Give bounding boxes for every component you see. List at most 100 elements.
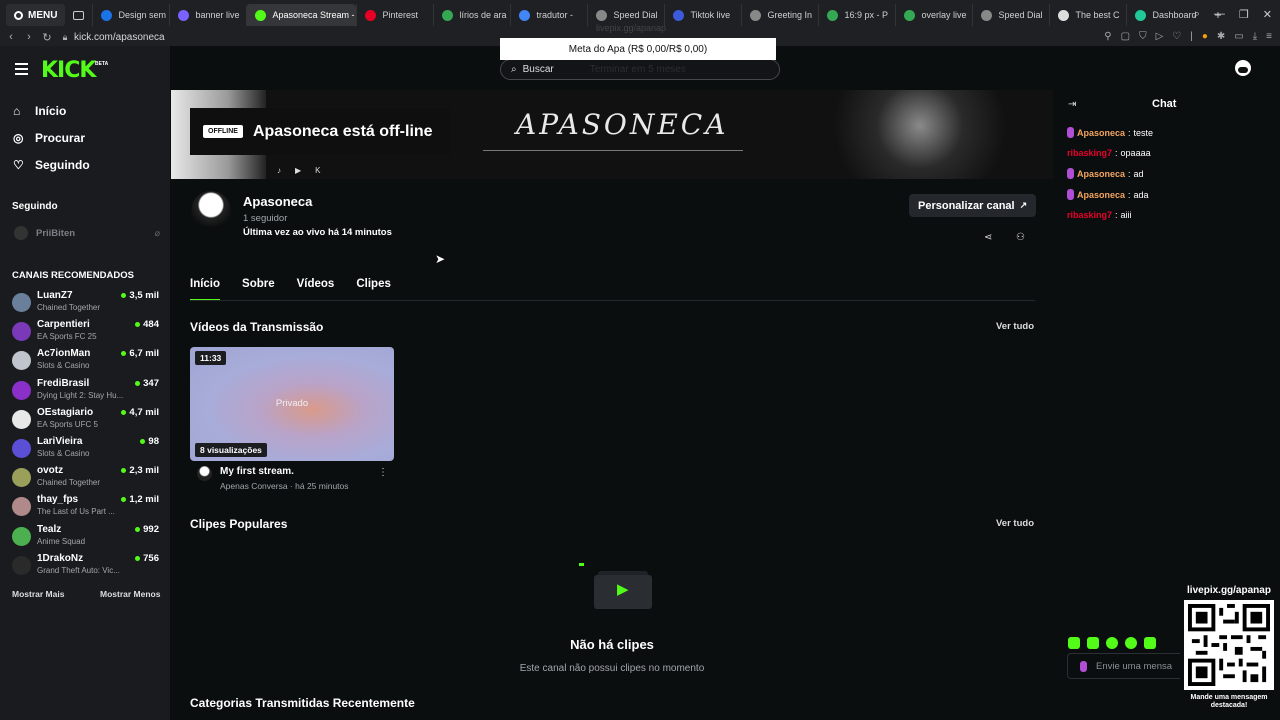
avatar: [12, 497, 31, 517]
url-field[interactable]: kick.com/apasoneca: [74, 32, 165, 43]
video-title[interactable]: My first stream.: [220, 466, 294, 477]
search-bar[interactable]: ⌕ Buscar Terminar em 5 meses: [500, 59, 780, 80]
back-icon[interactable]: ‹: [2, 31, 20, 43]
browser-menu-label: MENU: [28, 9, 58, 21]
browser-tab[interactable]: 16:9 px - P: [818, 4, 895, 26]
workspaces-icon[interactable]: [73, 10, 85, 20]
recommended-channel[interactable]: LuanZ7 Chained Together 3,5 mil: [12, 290, 162, 317]
browser-tab[interactable]: tradutor -: [510, 4, 587, 26]
banner-art-lilies: [831, 90, 1053, 179]
recommended-title: CANAIS RECOMENDADOS: [12, 270, 134, 281]
extension-orange-icon[interactable]: ●: [1202, 31, 1208, 42]
nav-item-0[interactable]: ⌂ Início: [13, 104, 66, 118]
forward-icon[interactable]: ›: [20, 31, 38, 43]
tab-2[interactable]: Vídeos: [297, 278, 335, 301]
video-views: 8 visualizações: [195, 443, 267, 457]
show-more-button[interactable]: Mostrar Mais: [12, 589, 64, 599]
collapse-chat-icon[interactable]: ⇥: [1068, 99, 1076, 110]
recommended-channel[interactable]: 1DrakoNz Grand Theft Auto: Vic... 756: [12, 553, 162, 580]
favicon-icon: [673, 9, 685, 21]
hamburger-menu-icon[interactable]: [15, 63, 28, 78]
kick-logo[interactable]: KICK: [41, 58, 96, 83]
recommended-channel[interactable]: thay_fps The Last of Us Part ... 1,2 mil: [12, 494, 162, 521]
browser-tab[interactable]: Greeting In: [741, 4, 818, 26]
browser-tab[interactable]: Pinterest: [356, 4, 433, 26]
reload-icon[interactable]: ↻: [38, 31, 56, 44]
browser-menu-button[interactable]: MENU: [6, 4, 66, 26]
add-user-icon[interactable]: ⚇: [1016, 232, 1025, 243]
channel-avatar[interactable]: [191, 191, 231, 231]
videos-see-all[interactable]: Ver tudo: [996, 321, 1034, 332]
video-more-icon[interactable]: ⋮: [378, 467, 388, 478]
avatar: [12, 468, 31, 488]
tab-1[interactable]: Sobre: [242, 278, 275, 301]
nav-item-2[interactable]: ♡ Seguindo: [13, 158, 90, 172]
following-item[interactable]: PriiBiten ⌀: [14, 226, 160, 240]
share-icon[interactable]: ⋖: [984, 232, 992, 243]
snapshot-icon[interactable]: ▢: [1121, 31, 1130, 42]
viewer-count-text: 6,7 mil: [129, 348, 159, 360]
close-window-icon[interactable]: ✕: [1263, 8, 1272, 21]
wallet-icon[interactable]: ▭: [1234, 31, 1243, 42]
customize-channel-button[interactable]: Personalizar canal ↗: [909, 194, 1037, 217]
clips-see-all[interactable]: Ver tudo: [996, 518, 1034, 529]
browser-tab-label: lírios de ara: [459, 10, 507, 20]
browser-tab[interactable]: Tiktok live: [664, 4, 741, 26]
favicon-icon: [981, 9, 993, 21]
video-avatar[interactable]: [197, 466, 212, 481]
show-less-button[interactable]: Mostrar Menos: [100, 589, 160, 599]
search-tabs-icon[interactable]: ⌕: [1194, 8, 1200, 21]
recommended-channel[interactable]: ovotz Chained Together 2,3 mil: [12, 465, 162, 492]
tab-3[interactable]: Clipes: [356, 278, 391, 301]
recommended-channel[interactable]: Tealz Anime Squad 992: [12, 524, 162, 551]
browser-tab[interactable]: Speed Dial: [972, 4, 1049, 26]
restore-icon[interactable]: ❐: [1239, 8, 1249, 21]
easy-setup-icon[interactable]: ≡: [1266, 31, 1272, 42]
chat-username[interactable]: ribasking7: [1067, 210, 1112, 220]
video-thumbnail[interactable]: 11:33 Privado 8 visualizações: [190, 347, 394, 461]
recommended-channel[interactable]: Ac7ionMan Slots & Casino 6,7 mil: [12, 348, 162, 375]
recommended-channel[interactable]: LariVieira Slots & Casino 98: [12, 436, 162, 463]
channel-name: Carpentieri: [37, 319, 90, 331]
emote-icon[interactable]: [1087, 637, 1099, 649]
extensions-icon[interactable]: ✱: [1217, 31, 1225, 42]
chat-username[interactable]: Apasoneca: [1077, 128, 1125, 138]
offline-box: OFFLINE Apasoneca está off-line: [190, 108, 450, 155]
browser-tab[interactable]: banner live: [169, 4, 246, 26]
emote-icon[interactable]: [1144, 637, 1156, 649]
chat-username[interactable]: ribasking7: [1067, 148, 1112, 158]
shield-icon[interactable]: ⛉: [1139, 31, 1147, 42]
browser-tab[interactable]: lírios de ara: [433, 4, 510, 26]
browser-tab[interactable]: overlay live: [895, 4, 972, 26]
video-duration: 11:33: [195, 351, 227, 365]
download-icon[interactable]: ⤓: [1253, 31, 1257, 42]
play-icon[interactable]: ▷: [1156, 31, 1164, 42]
recommended-channel[interactable]: OEstagiario EA Sports UFC 5 4,7 mil: [12, 407, 162, 434]
emote-icon[interactable]: [1125, 637, 1137, 649]
viewer-count: 3,5 mil: [121, 290, 159, 301]
channel-game: Grand Theft Auto: Vic...: [37, 565, 120, 575]
chat-username[interactable]: Apasoneca: [1077, 190, 1125, 200]
chat-username[interactable]: Apasoneca: [1077, 169, 1125, 179]
search-input[interactable]: Buscar: [523, 64, 554, 75]
browser-tab[interactable]: Design sem: [92, 4, 169, 26]
sidebar: KICK BETA ⌂ Início ◎ Procurar ♡ Seguindo Segu…: [0, 46, 170, 720]
browser-tab[interactable]: Apasoneca Stream -: [246, 4, 357, 26]
moderator-badge-icon: [1067, 127, 1074, 138]
emote-icon[interactable]: [1106, 637, 1118, 649]
user-avatar[interactable]: [1235, 60, 1251, 76]
channel-game: Slots & Casino: [37, 449, 90, 458]
recommended-channel[interactable]: FrediBrasil Dying Light 2: Stay Hu... 347: [12, 378, 162, 405]
browser-tab[interactable]: The best C: [1049, 4, 1126, 26]
channel-name: ovotz: [37, 465, 64, 477]
recommended-channel[interactable]: Carpentieri EA Sports FC 25 484: [12, 319, 162, 346]
tab-0[interactable]: Início: [190, 278, 221, 301]
pin-icon[interactable]: ⚲: [1104, 31, 1111, 42]
viewer-count: 4,7 mil: [121, 407, 159, 418]
emote-icon[interactable]: [1068, 637, 1080, 649]
empty-clips-title: Não há clipes: [570, 637, 654, 652]
nav-item-1[interactable]: ◎ Procurar: [13, 131, 85, 145]
browser-tab-label: Apasoneca Stream -: [272, 10, 355, 20]
heart-outline-icon[interactable]: ♡: [1172, 31, 1181, 42]
minimize-icon[interactable]: —: [1214, 8, 1225, 21]
